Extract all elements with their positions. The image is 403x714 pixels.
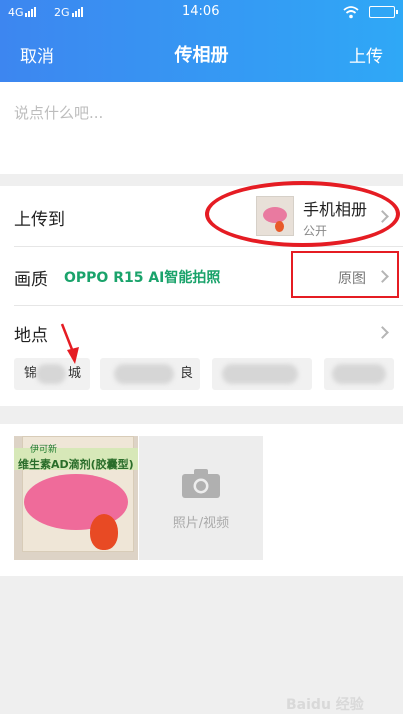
media-section: 伊可新 维生素AD滴剂(胶囊型) 照片/视频 xyxy=(0,424,403,576)
status-time: 14:06 xyxy=(182,4,220,19)
photo-brand-text: 伊可新 xyxy=(30,445,58,455)
battery-icon xyxy=(369,6,398,18)
upload-button[interactable]: 上传 xyxy=(349,42,383,67)
upload-to-label: 上传到 xyxy=(14,210,65,230)
signal-bars-icon xyxy=(72,6,83,17)
network-2g-label: 2G xyxy=(54,6,70,19)
device-info: OPPO R15 AI智能拍照 xyxy=(64,270,221,286)
add-media-label: 照片/视频 xyxy=(172,516,230,531)
page-title: 传相册 xyxy=(174,45,229,66)
photo-thumbnail[interactable]: 伊可新 维生素AD滴剂(胶囊型) xyxy=(14,436,138,560)
location-chip[interactable] xyxy=(212,358,312,390)
status-bar: 4G 2G 14:06 xyxy=(0,0,403,26)
photo-product-text: 维生素AD滴剂(胶囊型) xyxy=(18,458,134,471)
caption-input[interactable]: 说点什么吧... xyxy=(0,82,403,174)
chevron-right-icon xyxy=(376,326,389,339)
add-media-button[interactable]: 照片/视频 xyxy=(139,436,263,560)
watermark: Baidu 经验 xyxy=(286,697,364,713)
network-4g-label: 4G xyxy=(8,6,24,19)
camera-icon xyxy=(182,469,220,498)
signal-bars-icon xyxy=(25,6,36,17)
nav-bar: 取消 传相册 上传 xyxy=(0,30,403,76)
upload-album-screen: 4G 2G 14:06 取消 传相册 上传 说点什么吧... 上传到 手机相册 … xyxy=(0,0,403,714)
location-chip[interactable] xyxy=(324,358,394,390)
chip-text: 良 xyxy=(180,366,194,381)
caption-placeholder: 说点什么吧... xyxy=(14,104,104,122)
quality-label: 画质 xyxy=(14,270,48,290)
annotation-rectangle xyxy=(291,251,399,298)
annotation-arrow-icon xyxy=(60,323,79,364)
annotation-ellipse xyxy=(205,181,400,247)
location-chip[interactable]: 良 xyxy=(100,358,200,390)
location-label: 地点 xyxy=(14,326,48,346)
app-header: 4G 2G 14:06 取消 传相册 上传 xyxy=(0,0,403,82)
wifi-icon xyxy=(343,6,359,19)
